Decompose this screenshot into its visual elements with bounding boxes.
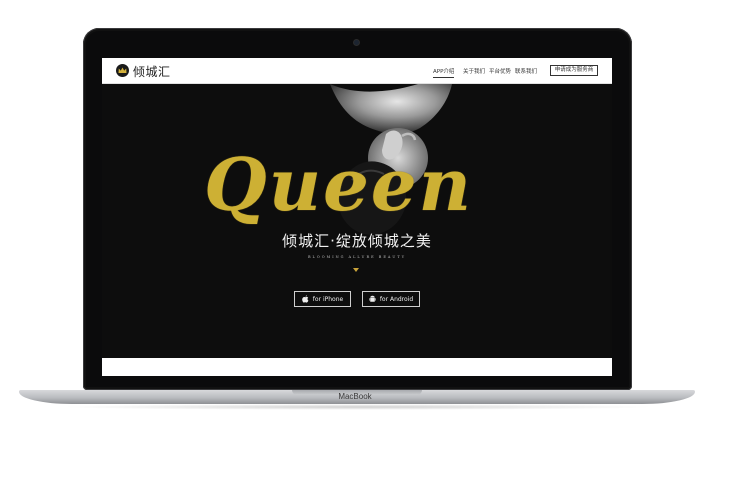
hero-title: 倾城汇·绽放倾城之美 (282, 232, 432, 250)
device-brand-label: MacBook (338, 392, 372, 401)
logo-text[interactable]: 倾城汇 (133, 63, 171, 80)
content-section (102, 358, 612, 376)
download-android-label: for Android (379, 295, 414, 303)
nav-item-contact-us[interactable]: 联系我们 (515, 67, 537, 75)
triangle-down-icon[interactable] (353, 268, 359, 272)
apple-icon (301, 295, 309, 303)
nav-item-platform-advantages[interactable]: 平台优势 (489, 67, 511, 75)
laptop-shadow (60, 404, 656, 410)
top-navbar: 倾城汇 APP介绍 关于我们 平台优势 联系我们 申请成为服务商 (102, 58, 612, 84)
nav-item-about-us[interactable]: 关于我们 (463, 67, 485, 75)
queen-script-text: Queen (204, 142, 474, 227)
apply-provider-button[interactable]: 申请成为服务商 (550, 65, 598, 76)
download-iphone-label: for iPhone (312, 295, 344, 303)
nav-item-app-intro[interactable]: APP介绍 (433, 67, 455, 78)
download-android-button[interactable]: for Android (362, 291, 420, 307)
hero-banner: Queen 倾城汇·绽放倾城之美 BLOOMING ALLURE BEAUTY … (102, 84, 612, 358)
camera-icon (354, 40, 359, 45)
hero-subtitle: BLOOMING ALLURE BEAUTY (307, 255, 407, 259)
browser-screen: 倾城汇 APP介绍 关于我们 平台优势 联系我们 申请成为服务商 Queen 倾… (102, 58, 612, 376)
download-iphone-button[interactable]: for iPhone (294, 291, 351, 307)
crown-icon[interactable] (116, 64, 129, 77)
android-icon (369, 295, 376, 303)
